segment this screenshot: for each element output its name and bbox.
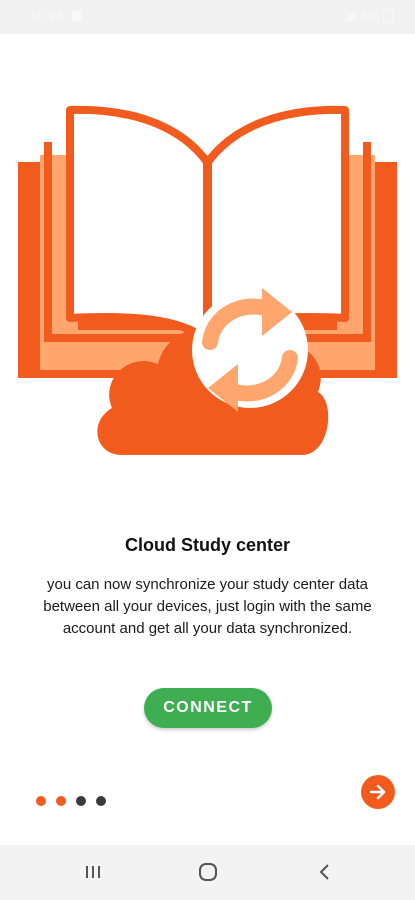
page-title: Cloud Study center	[124, 535, 290, 555]
book-cloud-sync-illustration	[18, 105, 397, 455]
battery-percent: 6%	[360, 8, 379, 23]
home-button[interactable]	[193, 859, 223, 885]
arrow-right-icon	[369, 784, 386, 800]
pager-dot-2[interactable]	[56, 796, 66, 806]
system-nav-bar	[0, 845, 415, 900]
notification-icon	[72, 10, 82, 21]
pager-dot-3[interactable]	[76, 796, 86, 806]
recent-apps-button[interactable]	[78, 859, 108, 885]
status-bar: 16:34 6%	[0, 0, 415, 34]
pager-dot-1[interactable]	[36, 796, 46, 806]
signal-icon	[342, 10, 357, 21]
pager-dot-4[interactable]	[96, 796, 106, 806]
home-icon	[199, 863, 217, 881]
status-time: 16:34	[30, 9, 63, 24]
pager-dots	[36, 796, 106, 806]
back-icon	[319, 864, 329, 880]
back-button[interactable]	[309, 859, 339, 885]
connect-button[interactable]: CONNECT	[144, 688, 272, 728]
next-button[interactable]	[361, 775, 395, 809]
battery-icon	[383, 8, 393, 23]
status-right: 6%	[342, 8, 393, 23]
recent-apps-icon	[86, 866, 100, 878]
page-description: you can now synchronize your study cente…	[43, 576, 372, 637]
